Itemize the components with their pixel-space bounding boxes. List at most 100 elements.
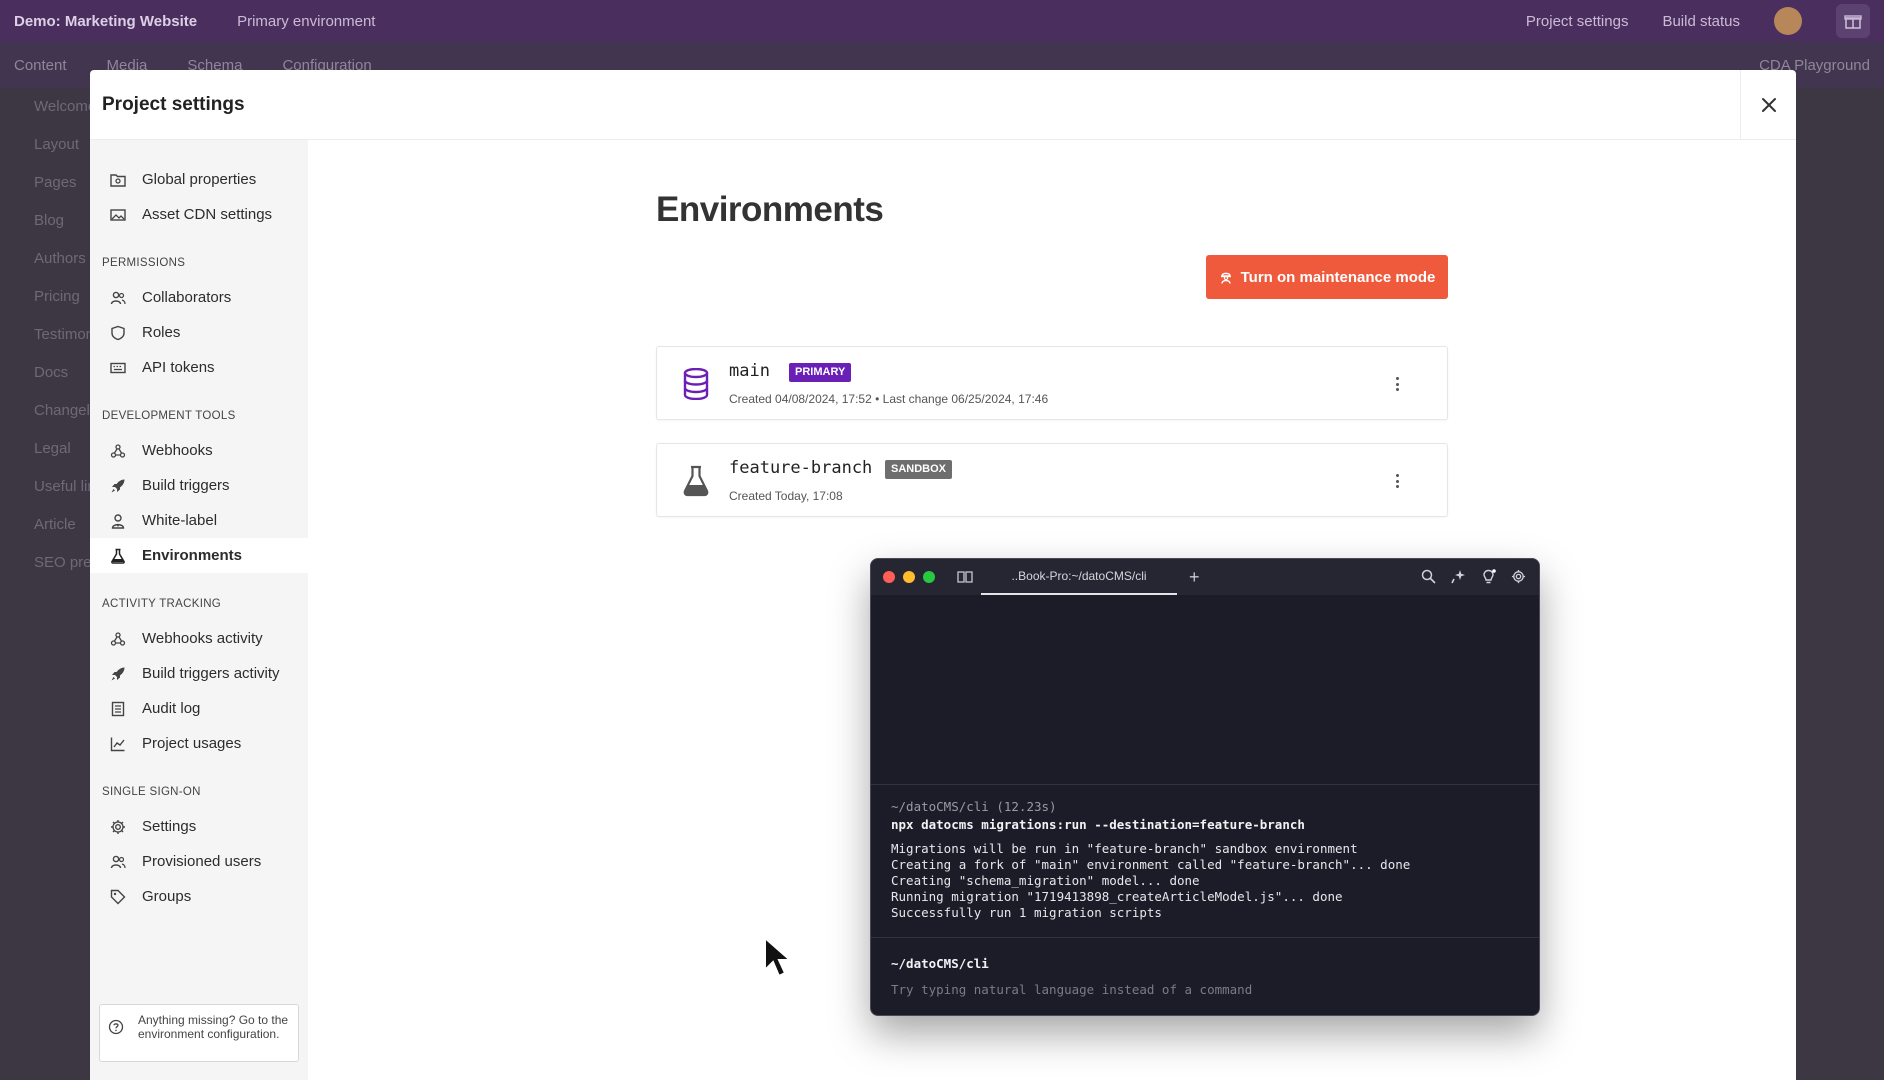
nav-item-asset-cdn-settings[interactable]: Asset CDN settings bbox=[90, 197, 308, 232]
topbar-right: Project settings Build status bbox=[1526, 4, 1870, 38]
nav-item-groups[interactable]: Groups bbox=[90, 879, 308, 914]
nav-item-label: Environments bbox=[142, 547, 243, 564]
nav-item-label: Audit log bbox=[142, 700, 201, 717]
maintenance-mode-label: Turn on maintenance mode bbox=[1240, 268, 1436, 286]
webhook-icon bbox=[108, 629, 128, 649]
terminal-tools bbox=[1419, 567, 1527, 585]
nav-item-build-triggers[interactable]: Build triggers bbox=[90, 468, 308, 503]
nav-item-collaborators[interactable]: Collaborators bbox=[90, 280, 308, 315]
search-icon[interactable] bbox=[1419, 567, 1437, 585]
terminal-command: npx datocms migrations:run --destination… bbox=[891, 817, 1305, 832]
nav-item-white-label[interactable]: White-label bbox=[90, 503, 308, 538]
nav-item-environments[interactable]: Environments bbox=[90, 538, 308, 573]
sparkle-icon[interactable] bbox=[1449, 567, 1467, 585]
terminal-current-dir: ~/datoCMS/cli bbox=[891, 956, 989, 971]
help-box[interactable]: Anything missing? Go to the environment … bbox=[99, 1004, 299, 1062]
environment-menu-button[interactable] bbox=[1391, 373, 1403, 395]
lightbulb-icon[interactable] bbox=[1479, 567, 1497, 585]
sidebar-item[interactable]: Welcome bbox=[0, 88, 90, 126]
rocket-icon bbox=[108, 664, 128, 684]
terminal-window[interactable]: ..Book-Pro:~/datoCMS/cli + ~/datoCMS/cli… bbox=[870, 558, 1540, 1016]
close-button[interactable] bbox=[1740, 70, 1796, 140]
sidebar-item[interactable]: Changelog bbox=[0, 392, 90, 430]
maintenance-mode-button[interactable]: Turn on maintenance mode bbox=[1206, 255, 1448, 299]
user-tie-icon bbox=[108, 511, 128, 531]
environment-meta: Created Today, 17:08 bbox=[729, 489, 843, 503]
environment-menu-button[interactable] bbox=[1391, 470, 1403, 492]
nav-item-api-tokens[interactable]: API tokens bbox=[90, 350, 308, 385]
page-title: Environments bbox=[656, 190, 884, 229]
primary-badge: PRIMARY bbox=[789, 363, 852, 382]
terminal-output-line: Successfully run 1 migration scripts bbox=[891, 905, 1162, 920]
nav-item-build-triggers-activity[interactable]: Build triggers activity bbox=[90, 656, 308, 691]
nav-item-webhooks-activity[interactable]: Webhooks activity bbox=[90, 621, 308, 656]
sidebar-item[interactable]: Testimonials bbox=[0, 316, 90, 354]
maximize-window-button[interactable] bbox=[923, 571, 935, 583]
terminal-input[interactable]: Try typing natural language instead of a… bbox=[891, 982, 1252, 998]
sidebar-item[interactable]: Article bbox=[0, 506, 90, 544]
close-icon bbox=[1761, 98, 1776, 112]
nav-item-webhooks[interactable]: Webhooks bbox=[90, 433, 308, 468]
environment-card-feature-branch[interactable]: feature-branch SANDBOX Created Today, 17… bbox=[656, 443, 1448, 517]
nav-item-provisioned-users[interactable]: Provisioned users bbox=[90, 844, 308, 879]
terminal-output-line: Creating a fork of "main" environment ca… bbox=[891, 857, 1411, 872]
image-icon bbox=[108, 205, 128, 225]
nav-item-label: White-label bbox=[142, 512, 218, 529]
nav-item-label: API tokens bbox=[142, 359, 215, 376]
nav-item-label: Settings bbox=[142, 818, 197, 835]
close-window-button[interactable] bbox=[883, 571, 895, 583]
modal-title: Project settings bbox=[102, 93, 245, 115]
terminal-tab[interactable]: ..Book-Pro:~/datoCMS/cli bbox=[981, 559, 1177, 595]
gift-icon[interactable] bbox=[1836, 4, 1870, 38]
nav-section-permissions: PERMISSIONS bbox=[102, 257, 186, 269]
terminal-tabbar: ..Book-Pro:~/datoCMS/cli + bbox=[871, 559, 1539, 595]
nav-section-single-sign-on: SINGLE SIGN-ON bbox=[102, 786, 201, 798]
users-icon bbox=[108, 852, 128, 872]
environment-selector[interactable]: Primary environment bbox=[237, 13, 375, 30]
project-settings-link[interactable]: Project settings bbox=[1526, 13, 1629, 30]
nav-item-label: Build triggers bbox=[142, 477, 230, 494]
sidebar-item[interactable]: Useful links bbox=[0, 468, 90, 506]
sidebar-item[interactable]: Blog bbox=[0, 202, 90, 240]
minimize-window-button[interactable] bbox=[903, 571, 915, 583]
keyboard-icon bbox=[108, 358, 128, 378]
question-circle-icon bbox=[108, 1019, 126, 1038]
construction-worker-icon bbox=[1219, 270, 1233, 284]
nav-item-roles[interactable]: Roles bbox=[90, 315, 308, 350]
app-right-panel bbox=[1796, 88, 1884, 1080]
sidebar-item[interactable]: Docs bbox=[0, 354, 90, 392]
nav-item-label: Build triggers activity bbox=[142, 665, 280, 682]
sidebar-item[interactable]: Legal bbox=[0, 430, 90, 468]
nav-item-label: Collaborators bbox=[142, 289, 232, 306]
nav-item-audit-log[interactable]: Audit log bbox=[90, 691, 308, 726]
sidebar-item[interactable]: Pricing bbox=[0, 278, 90, 316]
build-status-link[interactable]: Build status bbox=[1662, 13, 1740, 30]
tab-content[interactable]: Content bbox=[14, 57, 67, 74]
nav-section-development-tools: DEVELOPMENT TOOLS bbox=[102, 410, 236, 422]
tag-icon bbox=[108, 887, 128, 907]
nav-item-label: Project usages bbox=[142, 735, 242, 752]
gear-icon bbox=[108, 817, 128, 837]
sidebar-item[interactable]: Authors bbox=[0, 240, 90, 278]
nav-item-label: Webhooks activity bbox=[142, 630, 263, 647]
new-tab-icon[interactable]: + bbox=[1189, 567, 1200, 588]
nav-item-sso-settings[interactable]: Settings bbox=[90, 809, 308, 844]
sidebar-item[interactable]: SEO preview bbox=[0, 544, 90, 582]
nav-item-project-usages[interactable]: Project usages bbox=[90, 726, 308, 761]
project-title[interactable]: Demo: Marketing Website bbox=[14, 13, 197, 30]
gear-icon[interactable] bbox=[1509, 567, 1527, 585]
terminal-output-line: Migrations will be run in "feature-branc… bbox=[891, 841, 1358, 856]
avatar[interactable] bbox=[1774, 7, 1802, 35]
sidebar-item[interactable]: Layout bbox=[0, 126, 90, 164]
sidebar-item[interactable]: Pages bbox=[0, 164, 90, 202]
app-sidebar: Welcome Layout Pages Blog Authors Pricin… bbox=[0, 88, 90, 1080]
rocket-icon bbox=[108, 476, 128, 496]
nav-item-label: Asset CDN settings bbox=[142, 206, 273, 223]
nav-item-global-properties[interactable]: Global properties bbox=[90, 162, 308, 197]
environment-card-main[interactable]: main PRIMARY Created 04/08/2024, 17:52 •… bbox=[656, 346, 1448, 420]
app-topbar: Demo: Marketing Website Primary environm… bbox=[0, 0, 1884, 42]
environment-meta: Created 04/08/2024, 17:52 • Last change … bbox=[729, 392, 1049, 406]
flask-icon bbox=[108, 546, 128, 566]
nav-item-label: Global properties bbox=[142, 171, 257, 188]
sidebar-toggle-icon[interactable] bbox=[957, 570, 973, 584]
